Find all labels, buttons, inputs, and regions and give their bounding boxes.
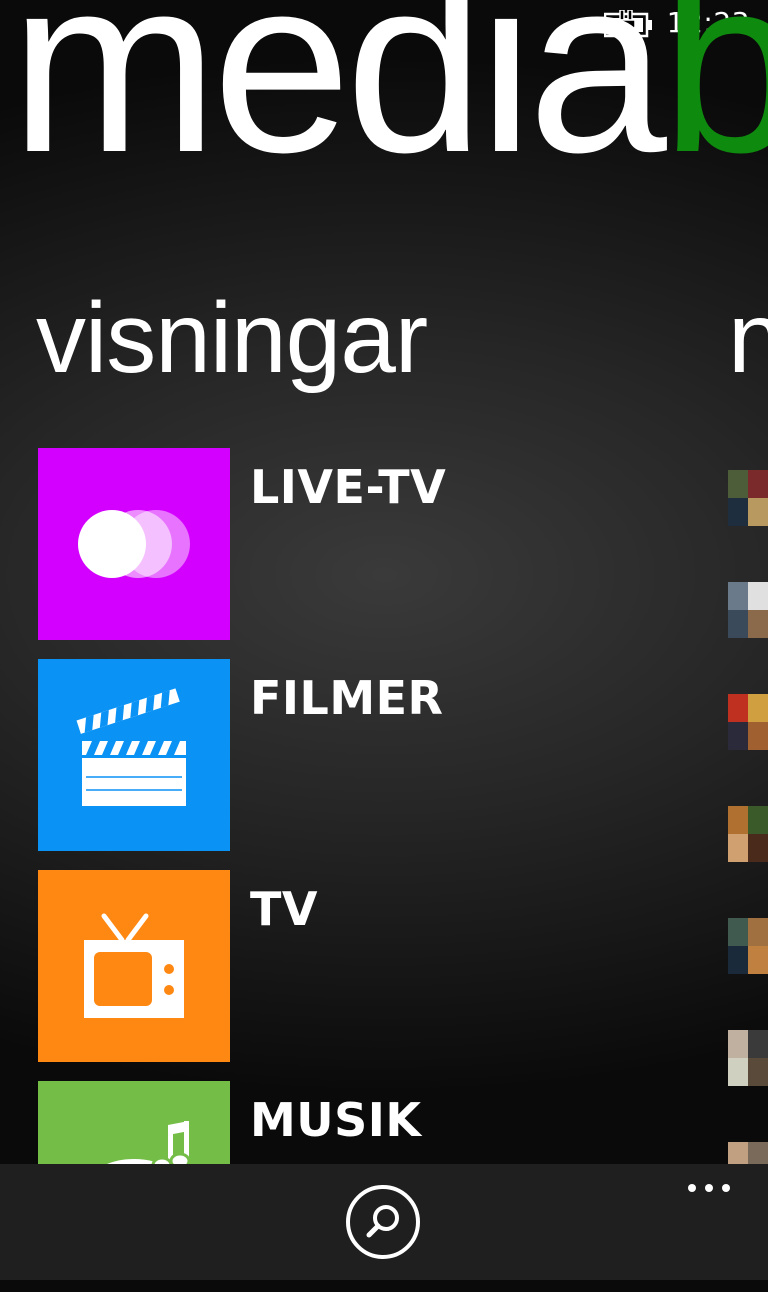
media-thumbnail[interactable] <box>728 1142 768 1164</box>
menu-item-tv[interactable]: TV <box>38 870 458 1062</box>
app-title-main: media <box>10 0 667 204</box>
search-icon[interactable] <box>345 1184 421 1260</box>
app-title-accent: b <box>660 0 768 204</box>
menu-item-label: TV <box>250 882 318 936</box>
clapperboard-icon <box>76 688 186 806</box>
media-thumbnail[interactable] <box>728 694 768 750</box>
app-title: mediab <box>10 0 768 190</box>
menu-item-label: FILMER <box>250 671 444 725</box>
media-thumbnail[interactable] <box>728 806 768 862</box>
menu-item-filmer[interactable]: FILMER <box>38 659 458 851</box>
media-thumbnail[interactable] <box>728 470 768 526</box>
filmer-tile[interactable] <box>38 659 230 851</box>
pivot-header-current[interactable]: visningar <box>36 288 428 388</box>
app-bar <box>0 1164 768 1280</box>
tv-tile[interactable] <box>38 870 230 1062</box>
media-thumbnail[interactable] <box>728 582 768 638</box>
live-tv-tile[interactable] <box>38 448 230 640</box>
menu-item-label: MUSIK <box>250 1093 422 1147</box>
live-tv-circles-icon <box>78 510 190 578</box>
media-thumbnail[interactable] <box>728 1030 768 1086</box>
menu-item-label: LIVE-TV <box>250 460 447 514</box>
media-thumbnail[interactable] <box>728 918 768 974</box>
more-ellipsis-icon[interactable] <box>684 1178 734 1198</box>
menu-item-live-tv[interactable]: LIVE-TV <box>38 448 458 640</box>
television-icon <box>84 913 184 1018</box>
pivot-header-next[interactable]: n <box>728 288 768 388</box>
